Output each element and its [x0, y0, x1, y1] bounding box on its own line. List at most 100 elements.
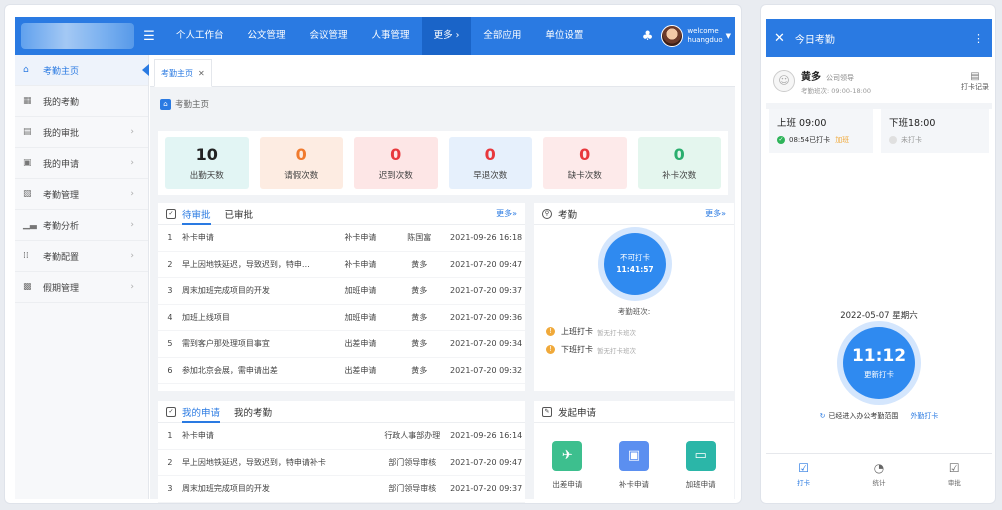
nav-item-hr[interactable]: 人事管理 — [360, 17, 422, 55]
nav-item-all-apps[interactable]: 全部应用 — [471, 17, 533, 55]
more-link[interactable]: 更多» — [496, 208, 517, 219]
warning-icon: ! — [546, 345, 555, 354]
nav-item-workbench[interactable]: 个人工作台 — [164, 17, 236, 55]
row-number: 5 — [167, 339, 173, 349]
row-number: 4 — [167, 312, 173, 322]
off-duty-status-row: 未打卡 — [889, 135, 981, 145]
user-role: 公司领导 — [826, 73, 854, 82]
tab-my-applications[interactable]: 我的申请 — [182, 405, 221, 423]
sidebar-item-attendance-home[interactable]: ⌂ 考勤主页 — [15, 55, 149, 86]
stat-value: 0 — [390, 145, 402, 164]
stat-label: 缺卡次数 — [567, 171, 602, 181]
on-duty-status-row: ✓ 08:54已打卡 加班 — [777, 135, 865, 145]
bottom-tab-stats[interactable]: ◔ 统计 — [872, 461, 885, 487]
nav-item-more[interactable]: 更多 › — [421, 17, 472, 55]
overtime-button[interactable]: ▭ 加班申请 — [685, 441, 716, 490]
chevron-right-icon: › — [130, 127, 134, 137]
launch-application-panel: ✎ 发起申请 ✈ 出差申请 ▣ 补卡申请 ▭ 加班申请 — [534, 401, 734, 499]
row-number: 6 — [167, 365, 173, 375]
clock-status-circle[interactable]: 不可打卡 11:41:57 — [604, 233, 666, 295]
table-row[interactable]: 4 加班上线项目 加班申请 黄多 2021-07-20 09:36 — [158, 305, 525, 331]
tab-my-attendance[interactable]: 我的考勤 — [234, 405, 272, 419]
sidebar-item-my-attendance[interactable]: ▦ 我的考勤 — [15, 86, 148, 117]
tab-attendance-home[interactable]: 考勤主页 ✕ — [154, 59, 212, 87]
checkin-sub: 暂无打卡班次 — [597, 328, 636, 337]
row-number: 2 — [167, 259, 173, 269]
on-duty-card[interactable]: 上班 09:00 ✓ 08:54已打卡 加班 — [769, 109, 873, 153]
punch-action: 更新打卡 — [864, 370, 894, 379]
stat-card[interactable]: 0 早退次数 — [448, 137, 532, 189]
row-title: 补卡申请 — [181, 431, 214, 441]
stat-card[interactable]: 0 请假次数 — [259, 137, 343, 189]
tab-approved[interactable]: 已审批 — [225, 207, 254, 221]
refresh-icon[interactable]: ↻ — [820, 412, 826, 420]
nav-item-unit-settings[interactable]: 单位设置 — [533, 17, 595, 55]
pending-dot-icon — [889, 136, 897, 144]
sidebar-item-holiday-mgmt[interactable]: ▩ 假期管理 › — [15, 272, 148, 303]
makeup-punch-button[interactable]: ▣ 补卡申请 — [618, 441, 649, 490]
sidebar-item-my-approvals[interactable]: ▤ 我的审批 › — [15, 117, 148, 148]
row-time: 2021-07-20 09:32 — [450, 365, 523, 375]
user-greeting[interactable]: welcome huangduo — [687, 27, 722, 45]
panel-header: ✓ 待审批 已审批 更多» — [158, 203, 525, 225]
stat-card[interactable]: 0 补卡次数 — [637, 137, 721, 189]
breadcrumb: ⌂ 考勤主页 — [150, 87, 735, 121]
table-row[interactable]: 5 需到客户那处理项目事宜 出差申请 黄多 2021-07-20 09:34 — [158, 331, 525, 358]
close-icon[interactable]: ✕ — [774, 31, 785, 46]
bottom-tab-approve[interactable]: ☑ 审批 — [948, 461, 961, 487]
stat-card[interactable]: 0 缺卡次数 — [543, 137, 627, 189]
punch-button[interactable]: 11:12 更新打卡 — [843, 327, 915, 399]
apply-icon: ▣ — [23, 158, 32, 168]
nav-item-meetings[interactable]: 会议管理 — [298, 17, 360, 55]
launch-label: 加班申请 — [685, 480, 716, 489]
holiday-icon: ▩ — [23, 282, 32, 292]
row-number: 3 — [167, 484, 173, 494]
avatar[interactable] — [661, 25, 684, 47]
user-info: 黄多 公司领导 考勤班次: 09:00-18:00 — [801, 68, 871, 95]
stat-label: 补卡次数 — [662, 171, 697, 181]
stat-card[interactable]: 0 迟到次数 — [354, 137, 438, 189]
stat-value: 0 — [673, 145, 685, 164]
stat-value: 0 — [295, 145, 307, 164]
table-row[interactable]: 6 参加北京会展，需申请出差 出差申请 黄多 2021-07-20 09:32 — [158, 358, 525, 384]
tab-pending[interactable]: 待审批 — [182, 207, 211, 225]
nav-item-documents[interactable]: 公文管理 — [236, 17, 298, 55]
org-chart-icon[interactable]: ♣ — [642, 29, 654, 44]
row-user: 黄多 — [411, 339, 428, 349]
stat-value: 0 — [579, 145, 591, 164]
row-time: 2021-07-20 09:34 — [450, 339, 523, 349]
username: huangduo — [687, 36, 723, 44]
off-duty-card[interactable]: 下班18:00 未打卡 — [881, 109, 989, 153]
checklist-icon: ✓ — [166, 208, 176, 219]
menu-toggle-icon[interactable]: ☰ — [134, 29, 164, 44]
field-punch-link[interactable]: 外勤打卡 — [910, 412, 938, 420]
table-row[interactable]: 1 补卡申请 补卡申请 陈国富 2021-09-26 16:18 — [158, 225, 525, 252]
my-application-panel: ✓ 我的申请 我的考勤 1 补卡申请 行政人事部办理 2021-09-26 16:14… — [158, 401, 525, 503]
sidebar-item-attendance-config[interactable]: ⁞⁞ 考勤配置 › — [15, 241, 148, 272]
stat-card[interactable]: 10 出勤天数 — [165, 137, 249, 189]
approval-panel: ✓ 待审批 已审批 更多» 1 补卡申请 补卡申请 陈国富 2021-09-26 16:… — [158, 203, 525, 391]
close-icon[interactable]: ✕ — [198, 69, 205, 78]
more-link[interactable]: 更多» — [705, 208, 726, 219]
table-row[interactable]: 3 周末加班完成项目的开发 加班申请 黄多 2021-07-20 09:37 — [158, 278, 525, 305]
calendar-icon: ▦ — [23, 96, 32, 106]
table-row[interactable]: 2 早上因地铁延迟，导致迟到，特申… 补卡申请 黄多 2021-07-20 09:47 — [158, 252, 525, 278]
more-vertical-icon[interactable]: ⋮ — [973, 32, 984, 45]
sidebar-item-attendance-analysis[interactable]: ▁▃ 考勤分析 › — [15, 210, 148, 241]
business-trip-button[interactable]: ✈ 出差申请 — [552, 441, 583, 490]
table-row[interactable]: 3 周末加班完成项目的开发 部门领导审核 2021-07-20 09:37 — [158, 476, 525, 503]
table-row[interactable]: 2 早上因地铁延迟，导致迟到，特申请补卡 部门领导审核 2021-07-20 09:4… — [158, 450, 525, 476]
range-text: 已经进入办公考勤范围 — [828, 412, 899, 420]
panel-header: ✎ 发起申请 — [534, 401, 734, 423]
chevron-down-icon[interactable]: ▼ — [726, 32, 731, 40]
active-indicator — [142, 64, 149, 76]
sidebar-item-label: 我的审批 — [43, 128, 80, 139]
sidebar-item-label: 我的申请 — [43, 159, 80, 170]
chevron-right-icon: › — [130, 158, 134, 168]
punch-record-button[interactable]: ▤ 打卡记录 — [961, 71, 989, 92]
sidebar-item-my-applications[interactable]: ▣ 我的申请 › — [15, 148, 148, 179]
on-duty-status: 08:54已打卡 — [789, 136, 831, 144]
sidebar-item-attendance-mgmt[interactable]: ▧ 考勤管理 › — [15, 179, 148, 210]
bottom-tab-punch[interactable]: ☑ 打卡 — [797, 461, 810, 487]
table-row[interactable]: 1 补卡申请 行政人事部办理 2021-09-26 16:14 — [158, 423, 525, 450]
